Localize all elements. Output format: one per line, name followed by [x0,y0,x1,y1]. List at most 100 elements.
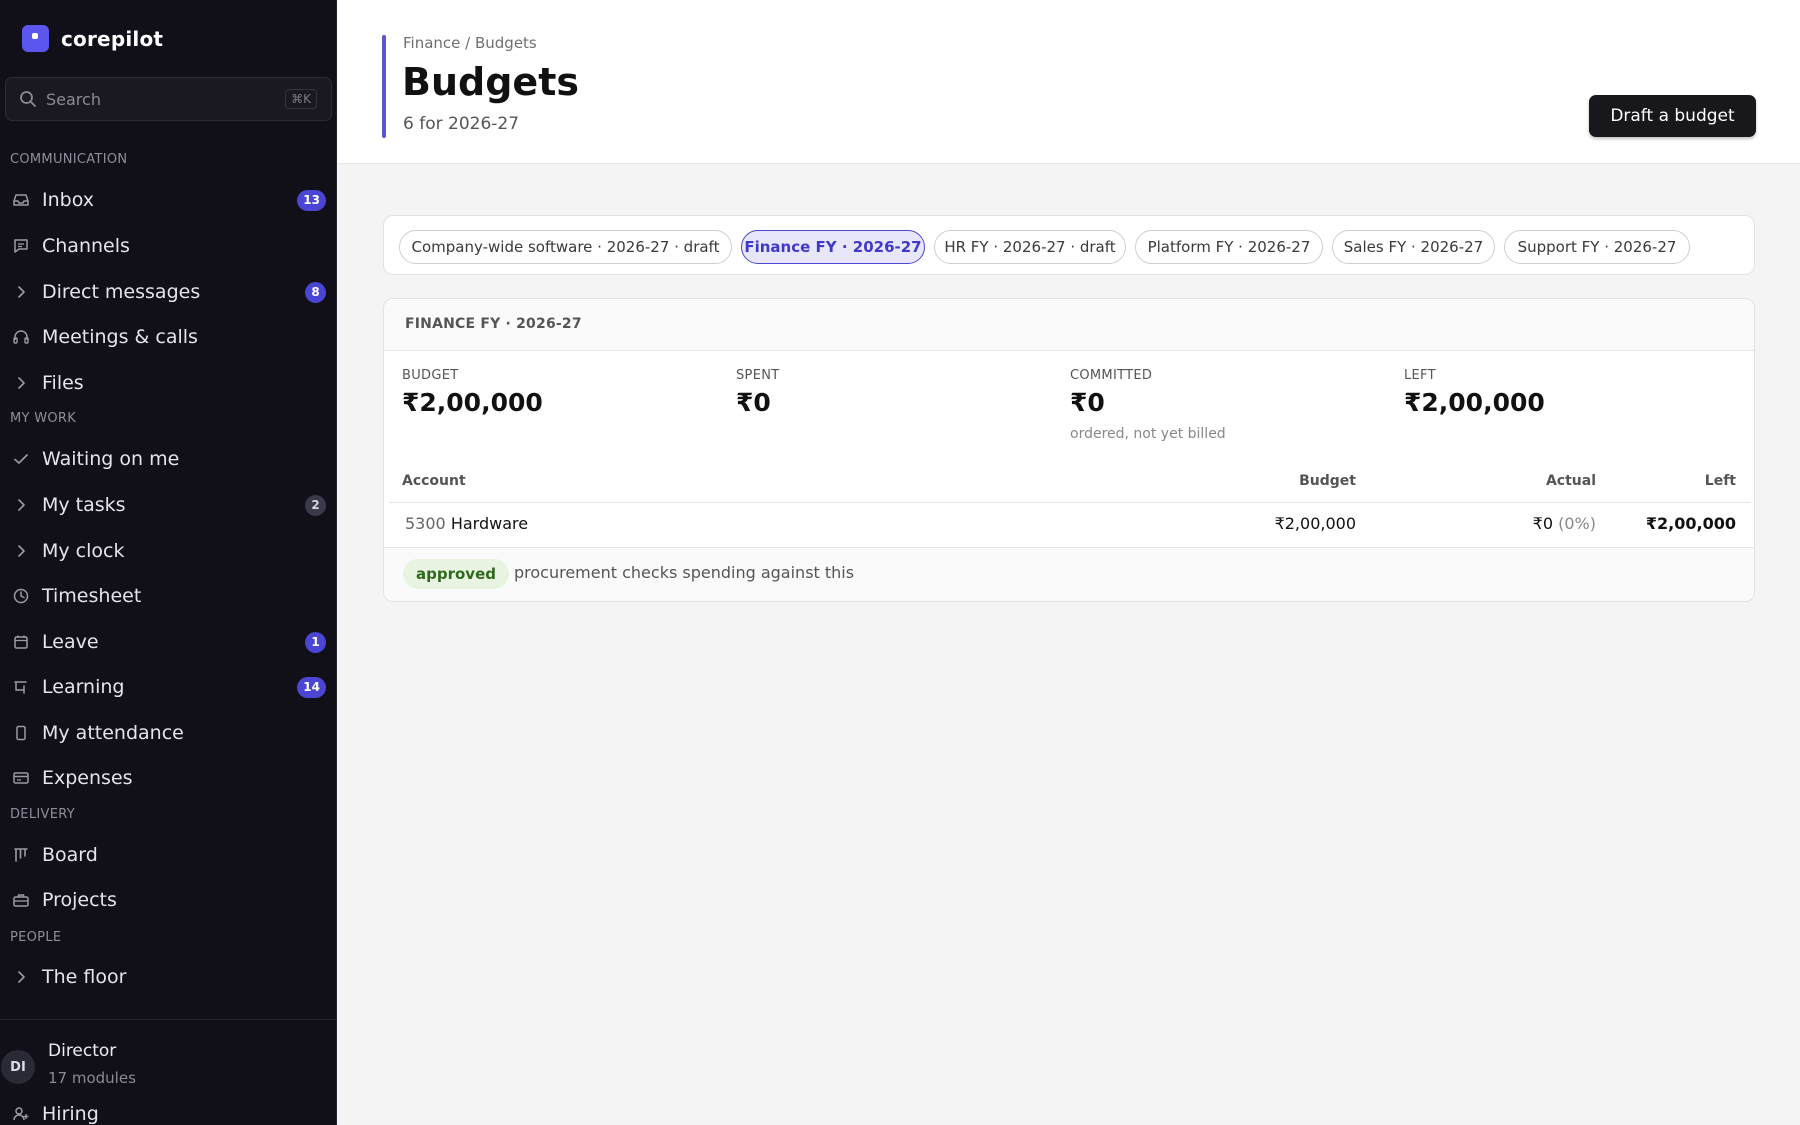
tab-finance-fy[interactable]: Finance FY · 2026-27 [741,230,925,264]
leave-count-badge: 1 [305,631,326,653]
account-name: Hardware [450,514,529,533]
user-name[interactable]: Director [48,1041,116,1061]
sidebar-item-label: My attendance [42,722,184,744]
sidebar-item-waiting-on-me[interactable]: Waiting on me [0,439,336,479]
check-icon [14,454,28,464]
budget-card: FINANCE FY · 2026-27 BUDGET ₹2,00,000 SP… [383,298,1755,602]
tab-hr-fy[interactable]: HR FY · 2026-27 · draft [934,230,1126,264]
chevron-right-icon [18,971,25,983]
sidebar-item-label: Direct messages [42,281,201,303]
sidebar: corepilot ⌘K COMMUNICATION Inbox 13 Chan… [0,0,337,1125]
header-accent-bar [382,35,386,138]
sidebar-item-leave[interactable]: Leave 1 [0,622,336,662]
sidebar-item-label: Hiring [42,1103,99,1125]
sidebar-item-expenses[interactable]: Expenses [0,758,336,798]
brand-name: corepilot [61,26,164,51]
search-shortcut: ⌘K [285,89,317,109]
row-left-value: ₹2,00,000 [1645,514,1736,533]
status-badge: approved [403,559,509,589]
sidebar-item-label: Files [42,372,84,394]
kanban-icon [14,848,28,862]
budget-status-row: approved procurement checks spending aga… [384,548,1754,601]
user-modules: 17 modules [48,1069,136,1087]
headset-icon [13,330,29,344]
card-icon [13,772,29,784]
tab-sales-fy[interactable]: Sales FY · 2026-27 [1332,230,1495,264]
user-plus-icon [13,1107,29,1121]
table-divider [389,502,1751,503]
chevron-right-icon [18,499,25,511]
stat-budget-value: ₹2,00,000 [402,388,543,417]
stat-spent-value: ₹0 [736,388,771,417]
sidebar-item-label: Channels [42,235,130,257]
section-people: PEOPLE [10,930,62,945]
briefcase-icon [13,894,29,907]
sidebar-item-hiring[interactable]: Hiring [0,1094,336,1125]
calendar-icon [14,635,28,649]
breadcrumb[interactable]: Finance / Budgets [403,34,537,52]
direct-messages-count-badge: 8 [305,281,326,303]
phone-icon [16,725,26,741]
sidebar-item-label: Meetings & calls [42,326,198,348]
stat-committed-label: COMMITTED [1070,368,1153,383]
presentation-icon [14,681,27,694]
search-input[interactable] [46,89,286,109]
section-communication: COMMUNICATION [10,152,128,167]
stat-left-label: LEFT [1404,368,1436,383]
learning-count-badge: 14 [297,676,326,698]
sidebar-item-label: The floor [42,966,127,988]
chevron-right-icon [18,286,25,298]
sidebar-item-my-attendance[interactable]: My attendance [0,713,336,753]
inbox-count-badge: 13 [297,189,326,211]
my-tasks-count-badge: 2 [305,494,326,516]
sidebar-item-label: Projects [42,889,117,911]
tab-platform-fy[interactable]: Platform FY · 2026-27 [1135,230,1323,264]
page-title: Budgets [402,60,579,104]
stat-committed-note: ordered, not yet billed [1070,426,1226,442]
sidebar-item-my-clock[interactable]: My clock [0,531,336,571]
budget-tabs: Company-wide software · 2026-27 · draft … [383,215,1755,275]
column-header-budget: Budget [1299,473,1356,489]
brand-logo-icon [22,25,49,52]
column-header-account: Account [402,473,466,489]
account-code: 5300 [405,514,446,533]
stat-committed-value: ₹0 [1070,388,1105,417]
sidebar-item-meetings[interactable]: Meetings & calls [0,317,336,357]
stat-spent-label: SPENT [736,368,780,383]
chevron-right-icon [18,377,25,389]
sidebar-item-timesheet[interactable]: Timesheet [0,576,336,616]
sidebar-item-label: Inbox [42,189,94,211]
sidebar-item-the-floor[interactable]: The floor [0,957,336,997]
section-my-work: MY WORK [10,411,77,426]
page-header: Finance / Budgets Budgets 6 for 2026-27 … [338,0,1800,164]
page-subtitle: 6 for 2026-27 [403,114,520,134]
sidebar-item-label: Expenses [42,767,133,789]
search-box: ⌘K [5,77,332,121]
draft-budget-button[interactable]: Draft a budget [1589,95,1756,137]
sidebar-item-files[interactable]: Files [0,363,336,403]
budget-card-header: FINANCE FY · 2026-27 [384,299,1754,351]
sidebar-item-projects[interactable]: Projects [0,880,336,920]
column-header-left: Left [1704,473,1736,489]
row-budget-value: ₹2,00,000 [1274,514,1356,533]
sidebar-item-channels[interactable]: Channels [0,226,336,266]
sidebar-item-inbox[interactable]: Inbox 13 [0,180,336,220]
section-delivery: DELIVERY [10,807,75,822]
tab-support-fy[interactable]: Support FY · 2026-27 [1504,230,1690,264]
budget-card-title: FINANCE FY · 2026-27 [405,316,582,332]
sidebar-item-label: Timesheet [42,585,142,607]
tab-company-wide-software[interactable]: Company-wide software · 2026-27 · draft [399,230,732,264]
avatar[interactable]: DI [1,1050,35,1084]
sidebar-item-label: Leave [42,631,99,653]
sidebar-item-my-tasks[interactable]: My tasks 2 [0,485,336,525]
sidebar-item-label: My clock [42,540,125,562]
status-note: procurement checks spending against this [514,563,855,582]
sidebar-divider [0,1019,336,1020]
clock-icon [13,588,29,604]
chat-icon [14,239,28,253]
sidebar-item-learning[interactable]: Learning 14 [0,667,336,707]
sidebar-item-label: Board [42,844,98,866]
sidebar-item-direct-messages[interactable]: Direct messages 8 [0,272,336,312]
brand[interactable]: corepilot [22,25,163,52]
sidebar-item-board[interactable]: Board [0,835,336,875]
